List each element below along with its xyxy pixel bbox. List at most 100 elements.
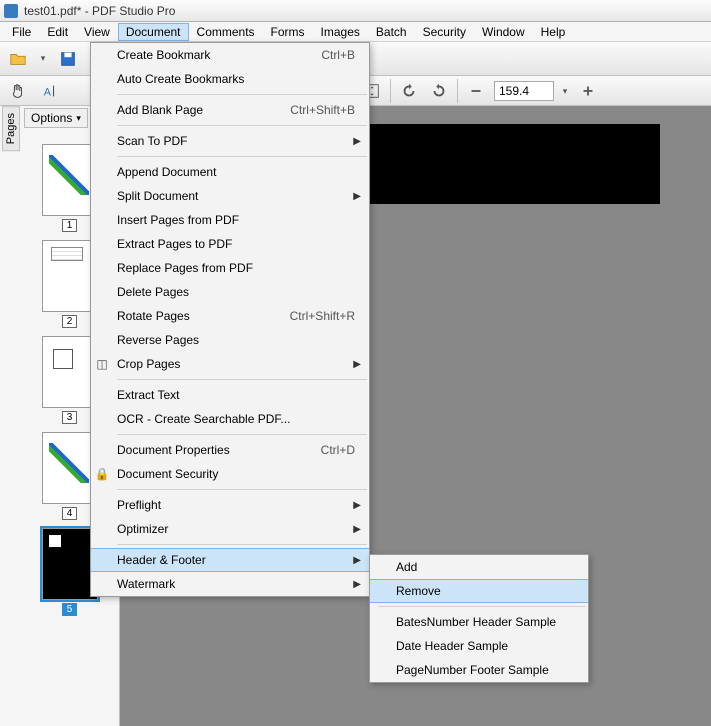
menu-item-rotate-pages[interactable]: Rotate PagesCtrl+Shift+R <box>91 304 369 328</box>
hand-tool[interactable] <box>6 79 30 103</box>
header-footer-submenu: AddRemove BatesNumber Header SampleDate H… <box>369 554 589 683</box>
zoom-input[interactable] <box>494 81 554 101</box>
menu-item-document-security[interactable]: 🔒Document Security <box>91 462 369 486</box>
submenu-arrow-icon: ▶ <box>353 191 361 202</box>
menu-item-label: Optimizer <box>113 522 353 536</box>
menu-item-split-document[interactable]: Split Document▶ <box>91 184 369 208</box>
menu-item-reverse-pages[interactable]: Reverse Pages <box>91 328 369 352</box>
thumb-number: 3 <box>62 411 78 424</box>
menu-item-label: Crop Pages <box>113 357 353 371</box>
menu-item-extract-pages-to-pdf[interactable]: Extract Pages to PDF <box>91 232 369 256</box>
page-canvas <box>360 124 660 204</box>
submenu-arrow-icon: ▶ <box>353 555 361 566</box>
submenu-item-date-header-sample[interactable]: Date Header Sample <box>370 634 588 658</box>
menubar: FileEditViewDocumentCommentsFormsImagesB… <box>0 22 711 42</box>
app-icon <box>4 4 18 18</box>
menu-item-label: Watermark <box>113 577 353 591</box>
menu-item-replace-pages-from-pdf[interactable]: Replace Pages from PDF <box>91 256 369 280</box>
accelerator: Ctrl+D <box>321 443 355 457</box>
menu-item-ocr-create-searchable-pdf-[interactable]: OCR - Create Searchable PDF... <box>91 407 369 431</box>
menu-item-label: OCR - Create Searchable PDF... <box>113 412 361 426</box>
submenu-item-add[interactable]: Add <box>370 555 588 579</box>
menu-edit[interactable]: Edit <box>39 23 76 41</box>
menu-item-label: Delete Pages <box>113 285 361 299</box>
options-button[interactable]: Options <box>24 108 88 128</box>
separator <box>457 79 458 103</box>
menu-item-label: Document Properties <box>113 443 321 457</box>
menu-item-delete-pages[interactable]: Delete Pages <box>91 280 369 304</box>
options-label: Options <box>31 111 72 125</box>
menu-help[interactable]: Help <box>533 23 574 41</box>
crop-icon: ◫ <box>91 357 113 371</box>
thumb-number: 2 <box>62 315 78 328</box>
menu-item-label: Header & Footer <box>113 553 353 567</box>
window-title: test01.pdf* - PDF Studio Pro <box>24 4 175 18</box>
thumb-number: 4 <box>62 507 78 520</box>
menu-view[interactable]: View <box>76 23 118 41</box>
submenu-arrow-icon: ▶ <box>353 500 361 511</box>
pages-tab[interactable]: Pages <box>2 106 20 151</box>
menu-item-label: Rotate Pages <box>113 309 290 323</box>
zoom-dropdown[interactable] <box>560 86 570 97</box>
accelerator: Ctrl+Shift+R <box>290 309 355 323</box>
submenu-item-batesnumber-header-sample[interactable]: BatesNumber Header Sample <box>370 610 588 634</box>
rotate-cw-button[interactable] <box>427 79 451 103</box>
open-button[interactable] <box>6 47 30 71</box>
menu-file[interactable]: File <box>4 23 39 41</box>
accelerator: Ctrl+B <box>321 48 355 62</box>
menu-item-add-blank-page[interactable]: Add Blank PageCtrl+Shift+B <box>91 98 369 122</box>
separator <box>390 79 391 103</box>
menu-item-insert-pages-from-pdf[interactable]: Insert Pages from PDF <box>91 208 369 232</box>
menu-item-extract-text[interactable]: Extract Text <box>91 383 369 407</box>
menu-item-label: Split Document <box>113 189 353 203</box>
open-dropdown[interactable] <box>38 53 48 64</box>
menu-item-optimizer[interactable]: Optimizer▶ <box>91 517 369 541</box>
document-menu: Create BookmarkCtrl+B Auto Create Bookmar… <box>90 42 370 597</box>
submenu-item-remove[interactable]: Remove <box>370 579 588 603</box>
submenu-item-pagenumber-footer-sample[interactable]: PageNumber Footer Sample <box>370 658 588 682</box>
zoom-out-button[interactable] <box>464 79 488 103</box>
menu-item-label: Document Security <box>113 467 361 481</box>
menu-item-label: Scan To PDF <box>113 134 353 148</box>
menu-item-append-document[interactable]: Append Document <box>91 160 369 184</box>
accelerator: Ctrl+Shift+B <box>290 103 355 117</box>
submenu-arrow-icon: ▶ <box>353 136 361 147</box>
thumb-number: 1 <box>62 219 78 232</box>
submenu-arrow-icon: ▶ <box>353 579 361 590</box>
menu-item-label: Create Bookmark <box>113 48 321 62</box>
menu-batch[interactable]: Batch <box>368 23 415 41</box>
text-select-tool[interactable]: A <box>38 79 62 103</box>
menu-item-label: Reverse Pages <box>113 333 361 347</box>
menu-item-label: Extract Text <box>113 388 361 402</box>
menu-item-label: Auto Create Bookmarks <box>113 72 361 86</box>
menu-item-label: Extract Pages to PDF <box>113 237 361 251</box>
menu-item-header-footer[interactable]: Header & Footer▶ <box>91 548 369 572</box>
menu-item-label: Add Blank Page <box>113 103 290 117</box>
rotate-ccw-button[interactable] <box>397 79 421 103</box>
menu-item-preflight[interactable]: Preflight▶ <box>91 493 369 517</box>
menu-document[interactable]: Document <box>118 23 189 41</box>
submenu-arrow-icon: ▶ <box>353 524 361 535</box>
titlebar: test01.pdf* - PDF Studio Pro <box>0 0 711 22</box>
menu-item-label: Insert Pages from PDF <box>113 213 361 227</box>
menu-comments[interactable]: Comments <box>189 23 263 41</box>
svg-text:A: A <box>44 86 52 98</box>
menu-item-label: Replace Pages from PDF <box>113 261 361 275</box>
menu-item-label: Preflight <box>113 498 353 512</box>
save-button[interactable] <box>56 47 80 71</box>
lock-icon: 🔒 <box>91 467 113 481</box>
menu-forms[interactable]: Forms <box>263 23 313 41</box>
menu-item-create-bookmark[interactable]: Create BookmarkCtrl+B <box>91 43 369 67</box>
submenu-arrow-icon: ▶ <box>353 359 361 370</box>
menu-item-crop-pages[interactable]: ◫Crop Pages▶ <box>91 352 369 376</box>
menu-item-watermark[interactable]: Watermark▶ <box>91 572 369 596</box>
menu-item-scan-to-pdf[interactable]: Scan To PDF▶ <box>91 129 369 153</box>
menu-images[interactable]: Images <box>313 23 368 41</box>
menu-window[interactable]: Window <box>474 23 533 41</box>
zoom-in-button[interactable] <box>576 79 600 103</box>
menu-security[interactable]: Security <box>415 23 474 41</box>
menu-item-auto-create-bookmarks[interactable]: Auto Create Bookmarks <box>91 67 369 91</box>
menu-item-label: Append Document <box>113 165 361 179</box>
thumb-number: 5 <box>62 603 78 616</box>
menu-item-document-properties[interactable]: Document PropertiesCtrl+D <box>91 438 369 462</box>
